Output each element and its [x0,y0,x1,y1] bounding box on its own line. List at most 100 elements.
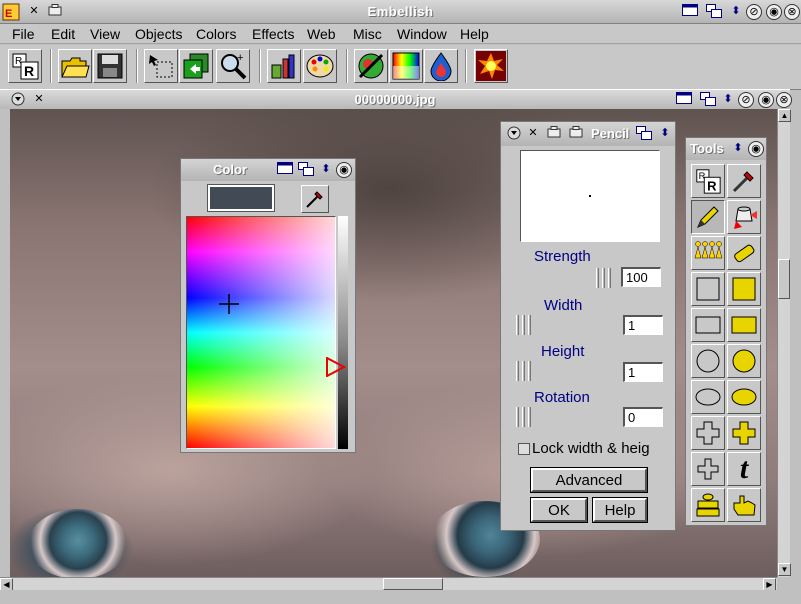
rotation-input[interactable]: 0 [623,407,663,427]
rotation-slider[interactable] [516,407,538,427]
windowlist-icon[interactable] [298,162,314,178]
close-window-icon[interactable]: ◉ [748,141,764,157]
app-titlebar[interactable]: E ✕ Embellish ⬍ ⊘ ◉ ⊗ [0,0,801,24]
height-input[interactable]: 1 [623,362,663,382]
pencil-tool-icon[interactable] [691,200,725,234]
menu-window[interactable]: Window [397,26,447,42]
color-panel-header[interactable]: Color ⬍ ◉ [181,159,355,181]
airbrush-tool-icon[interactable] [727,236,761,270]
windowlist-icon[interactable] [636,126,652,142]
copy-layers-icon[interactable] [179,49,213,83]
windowlist-icon[interactable] [706,4,722,20]
ok-button[interactable]: OK [530,497,588,523]
raise-lower-icon[interactable]: ⬍ [318,162,334,178]
strength-slider[interactable] [596,268,618,288]
color-spectrum[interactable] [186,216,336,449]
width-slider[interactable] [516,315,538,335]
luminance-bar[interactable] [338,216,348,449]
color-panel-title: Color [213,162,247,177]
tools-panel-header[interactable]: Tools ⬍ ◉ [686,138,766,160]
width-label: Width [544,297,583,314]
image-window-titlebar[interactable]: ✕ 00000000.jpg ⬍ ⊘ ◉ ⊗ [0,89,792,109]
people-stamp-tool-icon[interactable] [691,236,725,270]
select-icon[interactable] [144,49,178,83]
maximize-icon[interactable]: ⊘ [738,92,754,108]
brick-stamp-tool-icon[interactable] [691,488,725,522]
eyedropper-tool-icon[interactable] [727,164,761,198]
scroll-down-icon[interactable]: ▼ [778,563,791,576]
close-window-icon[interactable]: ⊗ [784,4,800,20]
menu-effects[interactable]: Effects [252,26,295,42]
rotate-resize-icon[interactable]: RR [8,49,42,83]
maximize-icon[interactable]: ⊘ [746,4,762,20]
menu-web[interactable]: Web [307,26,336,42]
transform-tool-icon[interactable]: RR [691,164,725,198]
minimize-icon[interactable] [277,162,293,178]
shade-icon[interactable] [546,126,562,142]
color-drop-icon[interactable] [424,49,458,83]
menu-misc[interactable]: Misc [353,26,382,42]
rect-filled-tool-icon[interactable] [727,308,761,342]
menu-colors[interactable]: Colors [196,26,236,42]
sticky-icon[interactable]: ◉ [766,4,782,20]
circle-outline-tool-icon[interactable] [691,344,725,378]
paint-bucket-tool-icon[interactable] [727,200,761,234]
lock-checkbox[interactable] [518,443,530,455]
vertical-scroll-thumb[interactable] [778,259,790,299]
window-menu-icon[interactable] [506,126,522,142]
strength-input[interactable]: 100 [621,267,661,287]
menu-edit[interactable]: Edit [51,26,75,42]
eyedropper-icon[interactable] [301,185,329,213]
advanced-button[interactable]: Advanced [530,467,648,493]
horizontal-scrollbar[interactable]: ◀ ▶ [0,577,777,591]
luminance-pointer-icon[interactable] [326,357,346,377]
cross-filled-tool-icon[interactable] [727,416,761,450]
minimize-icon[interactable] [682,4,698,20]
ellipse-outline-tool-icon[interactable] [691,380,725,414]
svg-text:R: R [707,178,717,193]
square-filled-tool-icon[interactable] [727,272,761,306]
scroll-up-icon[interactable]: ▲ [778,109,791,122]
cross-small-tool-icon[interactable] [691,452,725,486]
raise-lower-icon[interactable]: ⬍ [657,126,673,142]
text-tool-icon[interactable]: t [727,452,761,486]
minimize-icon[interactable] [676,92,692,108]
square-outline-tool-icon[interactable] [691,272,725,306]
ellipse-filled-tool-icon[interactable] [727,380,761,414]
save-disk-icon[interactable] [93,49,127,83]
close-window-icon[interactable]: ⊗ [776,92,792,108]
menu-objects[interactable]: Objects [135,26,182,42]
zoom-icon[interactable]: + [216,49,250,83]
explosion-effect-icon[interactable] [474,49,508,83]
rotation-label: Rotation [534,389,590,406]
menu-view[interactable]: View [90,26,120,42]
no-color-icon[interactable] [354,49,388,83]
horizontal-scroll-thumb[interactable] [383,578,443,590]
circle-filled-tool-icon[interactable] [727,344,761,378]
width-input[interactable]: 1 [623,315,663,335]
open-folder-icon[interactable] [58,49,92,83]
menu-file[interactable]: File [12,26,35,42]
paint-tools-icon[interactable] [267,49,301,83]
raise-lower-icon[interactable]: ⬍ [730,141,746,157]
color-grid-icon[interactable] [389,49,423,83]
current-color-swatch[interactable] [207,184,275,212]
rect-outline-tool-icon[interactable] [691,308,725,342]
tools-panel-title: Tools [690,141,724,156]
raise-lower-icon[interactable]: ⬍ [720,92,736,108]
stick-icon[interactable] [568,126,584,142]
windowlist-icon[interactable] [700,92,716,108]
sticky-icon[interactable]: ◉ [758,92,774,108]
vertical-scrollbar[interactable]: ▲ ▼ [777,109,791,577]
menu-help[interactable]: Help [460,26,489,42]
height-slider[interactable] [516,361,538,381]
raise-lower-icon[interactable]: ⬍ [728,4,744,20]
cross-outline-tool-icon[interactable] [691,416,725,450]
close-window-icon[interactable]: ◉ [336,162,352,178]
brush-preview [520,150,660,242]
hand-pointer-tool-icon[interactable] [727,488,761,522]
palette-icon[interactable] [303,49,337,83]
pencil-panel-header[interactable]: ✕ Pencil ⬍ [501,122,675,146]
help-button[interactable]: Help [592,497,648,523]
close-icon[interactable]: ✕ [525,126,541,142]
